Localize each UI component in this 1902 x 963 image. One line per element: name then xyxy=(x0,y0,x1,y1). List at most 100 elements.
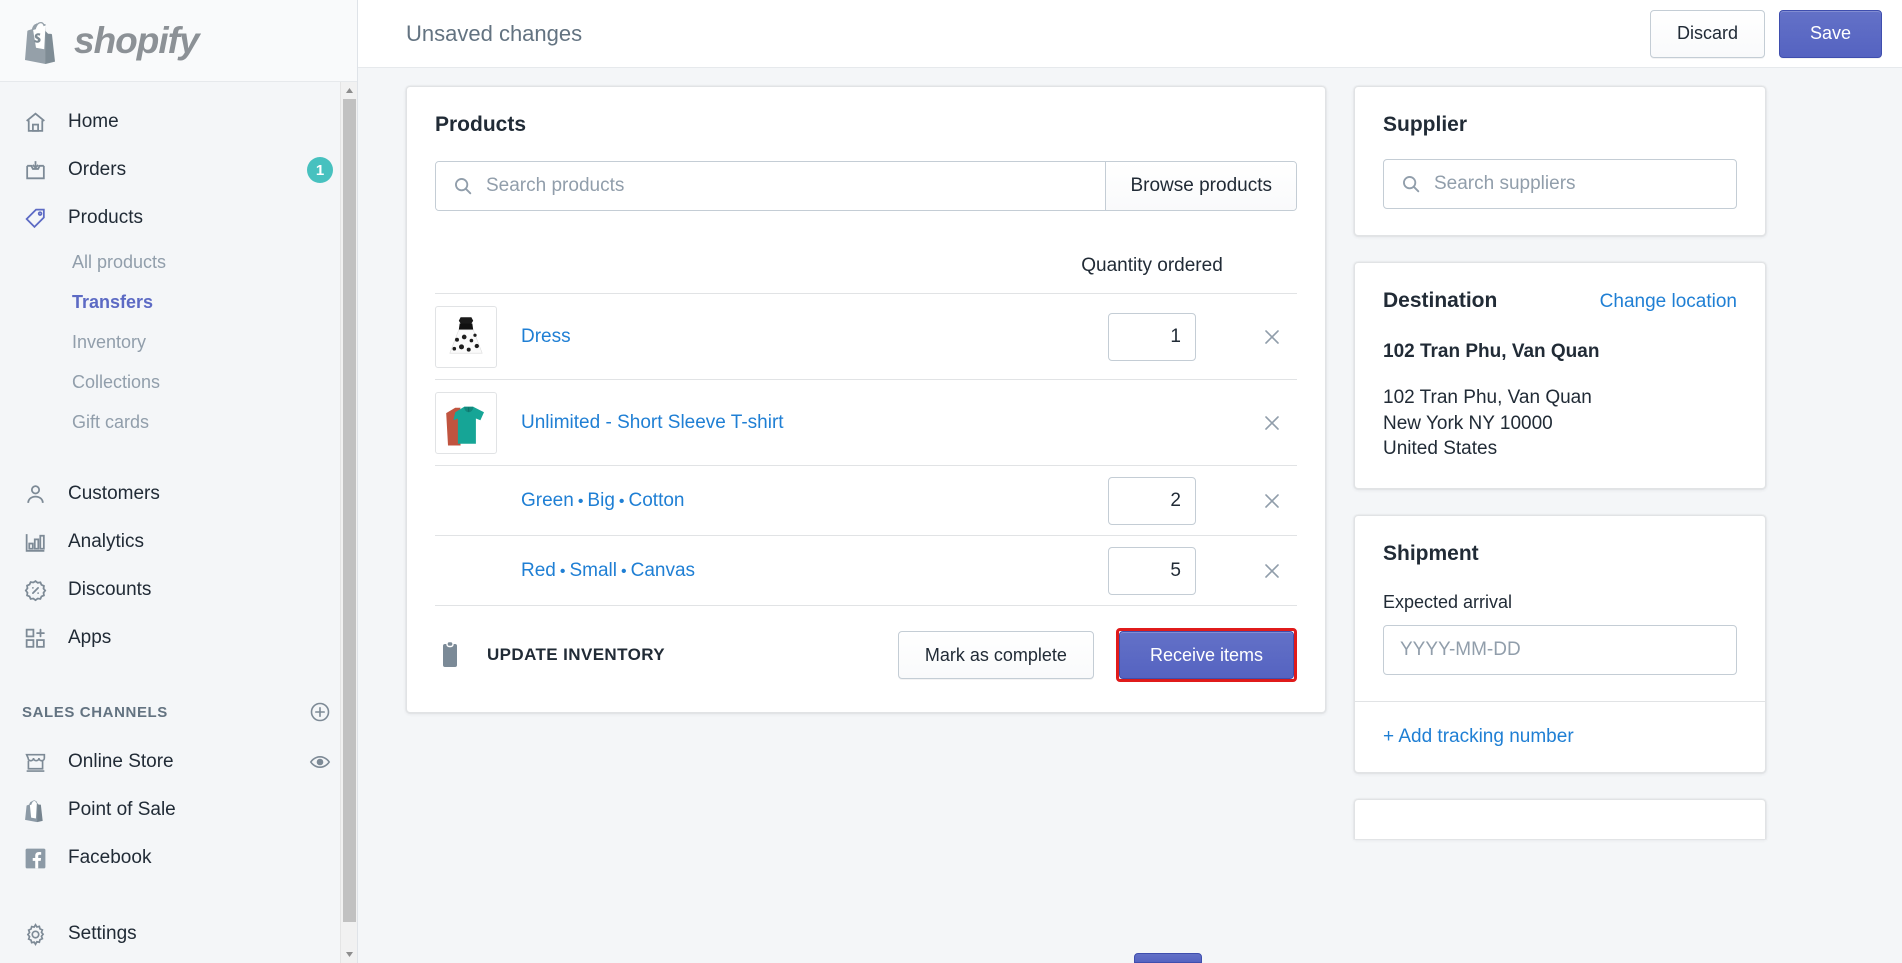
mark-as-complete-button[interactable]: Mark as complete xyxy=(897,631,1094,679)
search-icon xyxy=(1400,173,1422,195)
address-line: 102 Tran Phu, Van Quan xyxy=(1383,387,1592,408)
product-name-cell: Dress xyxy=(497,326,1057,348)
shipment-card: Shipment Expected arrival YYYY-MM-DD + A… xyxy=(1354,514,1766,773)
table-row: Dress 1 xyxy=(435,293,1297,379)
shopify-bag-logo-icon xyxy=(22,18,64,64)
expected-arrival-placeholder: YYYY-MM-DD xyxy=(1400,638,1521,660)
product-link[interactable]: Dress xyxy=(521,326,571,347)
primary-column: Products Search products Browse products xyxy=(406,86,1326,963)
eye-icon[interactable] xyxy=(307,749,333,775)
browse-products-button[interactable]: Browse products xyxy=(1105,162,1296,210)
receive-items-highlight: Receive items xyxy=(1115,628,1297,682)
sidebar-item-customers[interactable]: Customers xyxy=(0,470,357,518)
search-icon xyxy=(452,175,474,197)
sidebar-item-orders[interactable]: Orders 1 xyxy=(0,146,357,194)
next-card-partial xyxy=(1354,798,1766,839)
shipment-card-title: Shipment xyxy=(1383,541,1479,565)
shopify-bag-icon xyxy=(22,797,48,823)
tshirt-thumbnail xyxy=(435,391,497,454)
save-button[interactable]: Save xyxy=(1778,9,1882,58)
products-card-title: Products xyxy=(435,113,527,136)
product-link[interactable]: Unlimited - Short Sleeve T-shirt xyxy=(521,412,784,433)
add-tracking-number-link[interactable]: + Add tracking number xyxy=(1383,726,1574,747)
sidebar-item-analytics[interactable]: Analytics xyxy=(0,518,357,566)
shopify-logo[interactable]: shopify xyxy=(22,18,200,64)
sidebar-item-point-of-sale[interactable]: Point of Sale xyxy=(0,786,357,834)
sidebar-item-products[interactable]: Products xyxy=(0,194,357,242)
sidebar-item-settings[interactable]: Settings xyxy=(0,910,357,958)
variant-name-cell: Red • Small • Canvas xyxy=(521,560,1057,582)
discard-button[interactable]: Discard xyxy=(1649,9,1765,58)
change-location-link[interactable]: Change location xyxy=(1600,291,1737,313)
receive-items-button[interactable]: Receive items xyxy=(1118,631,1294,679)
dress-thumbnail xyxy=(435,305,497,368)
update-inventory-label: UPDATE INVENTORY xyxy=(487,645,665,664)
brand-name: shopify xyxy=(74,19,200,61)
discount-percent-icon xyxy=(22,577,48,603)
close-icon[interactable] xyxy=(1247,491,1297,511)
sidebar-item-label: Settings xyxy=(68,923,137,944)
sidebar-subitem-label: Gift cards xyxy=(72,411,150,432)
sidebar-item-facebook[interactable]: Facebook xyxy=(0,834,357,882)
sidebar-subitem-label: All products xyxy=(72,251,167,272)
destination-address: 102 Tran Phu, Van Quan New York NY 10000… xyxy=(1383,385,1737,462)
quantity-ordered-label: Quantity ordered xyxy=(1081,255,1223,276)
sidebar-nav: Home Orders 1 Products All products Tran… xyxy=(0,82,357,963)
search-products-input[interactable]: Search products xyxy=(436,162,1106,210)
close-icon[interactable] xyxy=(1247,561,1297,581)
gear-icon xyxy=(22,921,48,947)
expected-arrival-input[interactable]: YYYY-MM-DD xyxy=(1383,624,1737,675)
table-row: Red • Small • Canvas 5 xyxy=(435,535,1297,605)
scrollbar-thumb[interactable] xyxy=(343,99,356,922)
bar-chart-icon xyxy=(22,529,48,555)
quantity-input[interactable]: 2 xyxy=(1108,476,1196,525)
scrollbar-down-arrow-icon[interactable] xyxy=(341,946,358,963)
sidebar-item-all-products[interactable]: All products xyxy=(0,242,357,282)
sidebar-item-label: Apps xyxy=(68,627,112,648)
sidebar-item-label: Discounts xyxy=(68,579,152,600)
sidebar-item-label: Products xyxy=(68,207,143,228)
variant-option[interactable]: Green xyxy=(521,490,574,511)
sidebar-item-transfers[interactable]: Transfers xyxy=(0,282,357,322)
sidebar-item-apps[interactable]: Apps xyxy=(0,614,357,662)
table-row: Green • Big • Cotton 2 xyxy=(435,465,1297,535)
sales-channels-label: SALES CHANNELS xyxy=(22,703,168,721)
sidebar-item-label: Home xyxy=(68,111,119,132)
destination-card-header: Destination Change location xyxy=(1383,289,1737,313)
sidebar-item-online-store[interactable]: Online Store xyxy=(0,738,357,786)
facebook-icon xyxy=(22,845,48,871)
header-spacer xyxy=(1247,255,1297,277)
scrollbar-up-arrow-icon[interactable] xyxy=(341,82,358,99)
sidebar-item-label: Point of Sale xyxy=(68,799,176,820)
page-content: Products Search products Browse products xyxy=(358,68,1902,963)
variant-option[interactable]: Red xyxy=(521,560,556,581)
variant-option[interactable]: Cotton xyxy=(629,490,685,511)
sidebar-item-gift-cards[interactable]: Gift cards xyxy=(0,402,357,442)
variant-separator: • xyxy=(618,492,625,510)
sidebar-item-home[interactable]: Home xyxy=(0,98,357,146)
quantity-input[interactable]: 5 xyxy=(1108,546,1196,595)
quantity-cell: 2 xyxy=(1057,476,1247,525)
bottom-peek-button[interactable] xyxy=(1134,953,1202,963)
destination-location-name: 102 Tran Phu, Van Quan xyxy=(1383,341,1600,362)
variant-option[interactable]: Small xyxy=(569,560,617,581)
quantity-input[interactable]: 1 xyxy=(1108,312,1196,361)
brand-logo-bar: shopify xyxy=(0,0,357,82)
variant-option[interactable]: Big xyxy=(587,490,614,511)
products-card: Products Search products Browse products xyxy=(406,86,1326,713)
variant-option[interactable]: Canvas xyxy=(631,560,695,581)
close-icon[interactable] xyxy=(1247,413,1297,433)
sales-channels-header: SALES CHANNELS xyxy=(0,686,357,738)
sidebar-scrollbar[interactable] xyxy=(340,82,357,963)
sidebar-item-discounts[interactable]: Discounts xyxy=(0,566,357,614)
destination-card-title: Destination xyxy=(1383,289,1498,312)
product-name-cell: Unlimited - Short Sleeve T-shirt xyxy=(497,412,1057,434)
sidebar-item-collections[interactable]: Collections xyxy=(0,362,357,402)
secondary-column: Supplier Search suppliers Destination Ch… xyxy=(1354,86,1766,963)
sidebar-item-inventory[interactable]: Inventory xyxy=(0,322,357,362)
expected-arrival-label: Expected arrival xyxy=(1383,591,1513,612)
plus-circle-icon[interactable] xyxy=(307,699,333,725)
close-icon[interactable] xyxy=(1247,327,1297,347)
search-suppliers-input[interactable]: Search suppliers xyxy=(1383,159,1737,209)
sidebar-item-label: Customers xyxy=(68,483,160,504)
